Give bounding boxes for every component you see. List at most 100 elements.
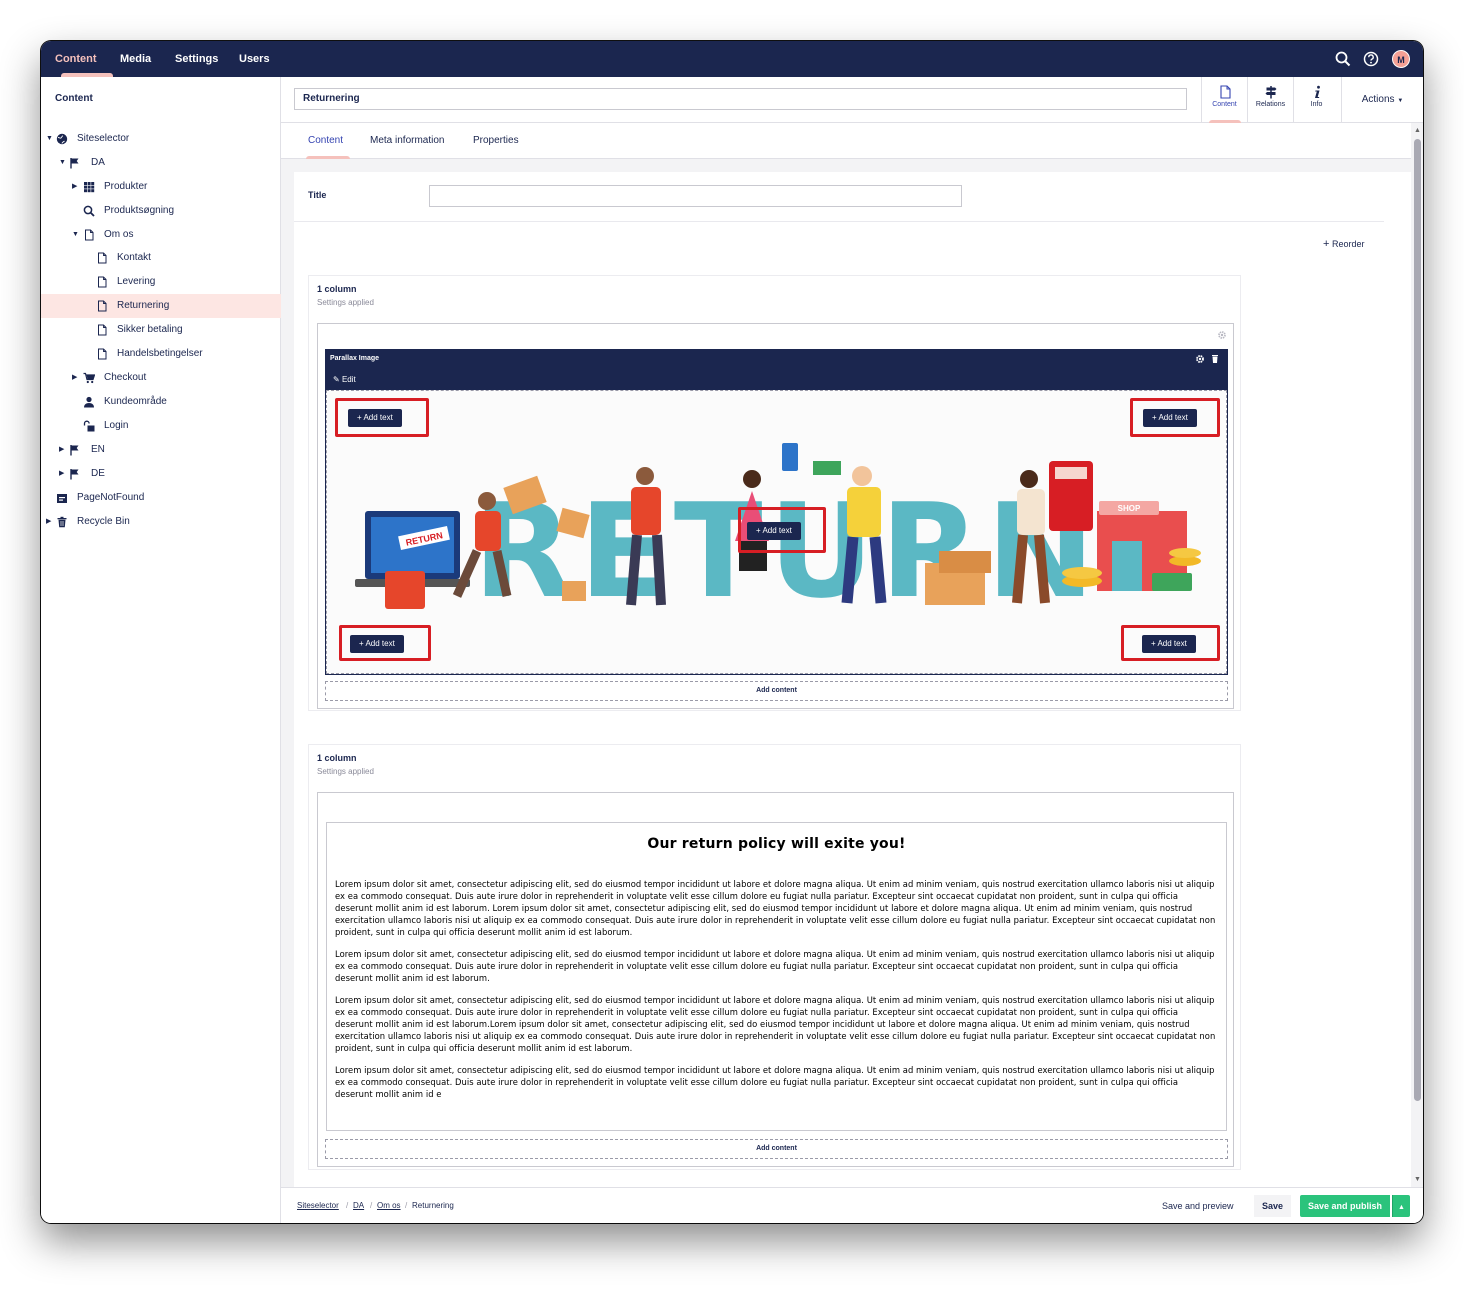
tree-item-returnering[interactable]: Returnering: [41, 294, 281, 318]
tree-item-da[interactable]: ▼ DA: [41, 151, 281, 175]
tree-label: Returnering: [117, 300, 170, 311]
breadcrumb-current: Returnering: [412, 1201, 454, 1210]
chevron-up-icon: ▲: [1398, 1204, 1405, 1211]
tree-label: Kundeområde: [104, 396, 167, 407]
tree-item-checkout[interactable]: ▶ Checkout: [41, 366, 281, 390]
plus-icon: +: [756, 526, 761, 535]
caret-down-icon[interactable]: ▼: [59, 159, 67, 167]
grid-icon: [84, 182, 95, 193]
node-name-input[interactable]: Returnering: [294, 88, 1187, 110]
add-text-button-center[interactable]: + Add text: [747, 522, 801, 540]
add-content-button[interactable]: Add content: [325, 1139, 1228, 1159]
search-icon[interactable]: [1334, 50, 1352, 68]
caret-down-icon[interactable]: ▼: [72, 231, 80, 239]
user-avatar[interactable]: M: [1392, 50, 1410, 68]
breadcrumb-da[interactable]: DA: [353, 1201, 364, 1210]
tree-item-de[interactable]: ▶ DE: [41, 462, 281, 486]
title-input[interactable]: [429, 185, 962, 207]
tab-properties[interactable]: Properties: [473, 123, 519, 159]
add-text-button-top-left[interactable]: + Add text: [348, 409, 402, 427]
trash-icon[interactable]: [1212, 355, 1218, 363]
section-settings[interactable]: Settings: [175, 41, 218, 77]
top-navigation: Content Media Settings Users M: [41, 41, 1423, 77]
grid-section-text: 1 column Settings applied Our return pol…: [308, 744, 1241, 1170]
publish-options-caret[interactable]: ▲: [1392, 1195, 1410, 1217]
editor-footer: Siteselector / DA / Om os / Returnering …: [281, 1187, 1423, 1223]
user-icon: [84, 396, 94, 408]
caret-down-icon[interactable]: ▼: [46, 135, 54, 143]
caret-right-icon[interactable]: ▶: [59, 446, 67, 454]
tree-item-recycle-bin[interactable]: ▶ Recycle Bin: [41, 510, 281, 534]
save-and-preview-button[interactable]: Save and preview: [1154, 1195, 1242, 1217]
breadcrumb-separator: /: [346, 1201, 349, 1210]
tree-item-kontakt[interactable]: Kontakt: [41, 246, 281, 270]
reorder-button[interactable]: + Reorder: [1323, 238, 1364, 250]
tree-item-produkter[interactable]: ▶ Produkter: [41, 175, 281, 199]
tree-item-handelsbetingelser[interactable]: Handelsbetingelser: [41, 342, 281, 366]
flag-icon: [70, 469, 79, 480]
flag-icon: [70, 158, 79, 169]
grid-area: Our return policy will exite you! Lorem …: [317, 792, 1234, 1167]
caret-right-icon[interactable]: ▶: [72, 374, 80, 382]
tree-item-om-os[interactable]: ▼ Om os: [41, 223, 281, 247]
document-icon: [98, 348, 107, 360]
save-and-publish-button[interactable]: Save and publish: [1300, 1195, 1391, 1217]
document-icon: [98, 276, 107, 288]
add-text-label: Add text: [365, 639, 395, 648]
block-title: Parallax Image: [330, 355, 380, 362]
edit-button[interactable]: ✎ Edit: [333, 375, 356, 384]
tree-item-en[interactable]: ▶ EN: [41, 438, 281, 462]
caret-right-icon[interactable]: ▶: [72, 183, 80, 191]
highlight-box: + Add text: [339, 625, 431, 661]
tree-item-pagenotfound[interactable]: PageNotFound: [41, 486, 281, 510]
rich-text-editor[interactable]: Our return policy will exite you! Lorem …: [326, 822, 1227, 1131]
tree-item-sikker-betaling[interactable]: Sikker betaling: [41, 318, 281, 342]
app-label: Content: [1212, 101, 1237, 108]
tab-content[interactable]: Content: [306, 123, 350, 159]
section-users[interactable]: Users: [239, 41, 270, 77]
caret-right-icon[interactable]: ▶: [59, 470, 67, 478]
app-content-button[interactable]: Content: [1201, 77, 1247, 123]
content-tree-sidebar: Content ▼ Siteselector ▼ DA ▶ Produkter …: [41, 77, 281, 1223]
section-content[interactable]: Content: [55, 41, 113, 77]
unlock-icon: [83, 420, 95, 432]
save-button[interactable]: Save: [1254, 1195, 1292, 1217]
document-icon: [85, 229, 94, 241]
paragraph: Lorem ipsum dolor sit amet, consectetur …: [335, 1065, 1215, 1099]
tab-meta-information[interactable]: Meta information: [370, 123, 444, 159]
tree-item-levering[interactable]: Levering: [41, 270, 281, 294]
tree-item-login[interactable]: Login: [41, 414, 281, 438]
app-relations-button[interactable]: Relations: [1247, 77, 1293, 123]
gear-icon[interactable]: [1196, 355, 1204, 363]
editor-scrollbar[interactable]: ▲ ▼: [1411, 123, 1423, 1187]
caret-right-icon[interactable]: ▶: [46, 518, 54, 526]
add-content-button[interactable]: Add content: [325, 681, 1228, 701]
breadcrumb-separator: /: [405, 1201, 408, 1210]
add-text-button-bottom-right[interactable]: + Add text: [1142, 635, 1196, 653]
reorder-label: Reorder: [1331, 239, 1365, 249]
section-media[interactable]: Media: [120, 41, 151, 77]
scrollbar-thumb[interactable]: [1414, 139, 1421, 1101]
tree-item-siteselector[interactable]: ▼ Siteselector: [41, 127, 281, 151]
breadcrumb-siteselector[interactable]: Siteselector: [297, 1201, 339, 1210]
globe-icon: [56, 133, 68, 145]
document-icon: [98, 252, 107, 264]
section-title: 1 column: [317, 753, 357, 763]
breadcrumb-om-os[interactable]: Om os: [377, 1201, 401, 1210]
scroll-down-icon[interactable]: ▼: [1414, 1176, 1421, 1183]
gear-icon[interactable]: [1217, 330, 1227, 340]
help-icon[interactable]: [1362, 50, 1380, 68]
parallax-image-block: Parallax Image ✎ Edit RETURN RETURN SHOP…: [325, 349, 1228, 675]
content-tabs: Content Meta information Properties: [281, 123, 1411, 159]
actions-dropdown[interactable]: Actions ▼: [1341, 77, 1423, 123]
tree-item-produktsogning[interactable]: Produktsøgning: [41, 199, 281, 223]
title-label: Title: [308, 190, 327, 200]
plus-icon: +: [1323, 238, 1330, 250]
scroll-up-icon[interactable]: ▲: [1414, 127, 1421, 134]
tree-label: Login: [104, 420, 129, 431]
add-text-button-bottom-left[interactable]: + Add text: [350, 635, 404, 653]
info-icon: [1314, 85, 1320, 98]
add-text-button-top-right[interactable]: + Add text: [1143, 409, 1197, 427]
tree-item-kundeomrade[interactable]: Kundeområde: [41, 390, 281, 414]
app-info-button[interactable]: Info: [1293, 77, 1339, 123]
